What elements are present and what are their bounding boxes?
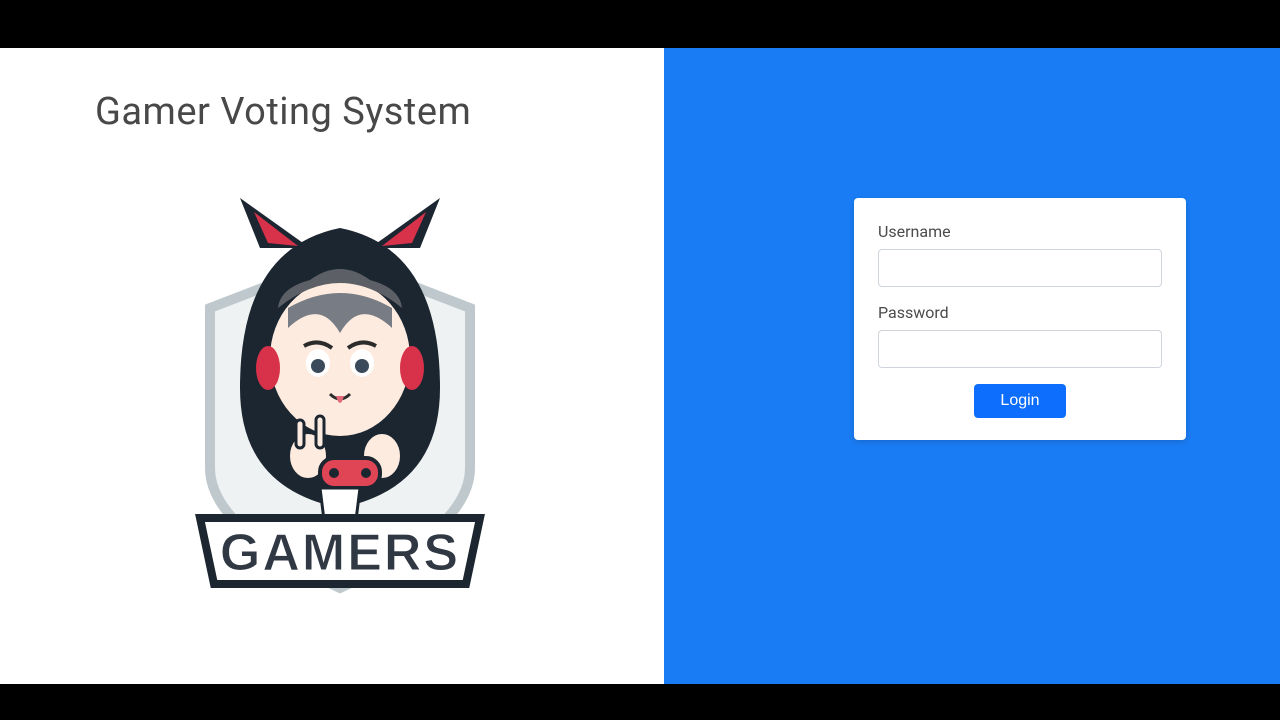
gamers-logo: GAMERS xyxy=(170,188,510,608)
login-button[interactable]: Login xyxy=(974,384,1065,418)
right-panel: Username Password Login xyxy=(664,48,1280,684)
logo-banner-text: GAMERS xyxy=(220,524,460,582)
login-button-row: Login xyxy=(878,384,1162,418)
letterbox-top xyxy=(0,0,1280,48)
username-group: Username xyxy=(878,222,1162,287)
page-title: Gamer Voting System xyxy=(95,90,664,134)
password-group: Password xyxy=(878,303,1162,368)
username-label: Username xyxy=(878,222,1162,241)
gamers-logo-icon: GAMERS xyxy=(170,188,510,608)
password-input[interactable] xyxy=(878,330,1162,368)
left-panel: Gamer Voting System xyxy=(0,48,664,684)
password-label: Password xyxy=(878,303,1162,322)
letterbox-bottom xyxy=(0,684,1280,720)
main-content: Gamer Voting System xyxy=(0,48,1280,684)
login-card: Username Password Login xyxy=(854,198,1186,440)
username-input[interactable] xyxy=(878,249,1162,287)
